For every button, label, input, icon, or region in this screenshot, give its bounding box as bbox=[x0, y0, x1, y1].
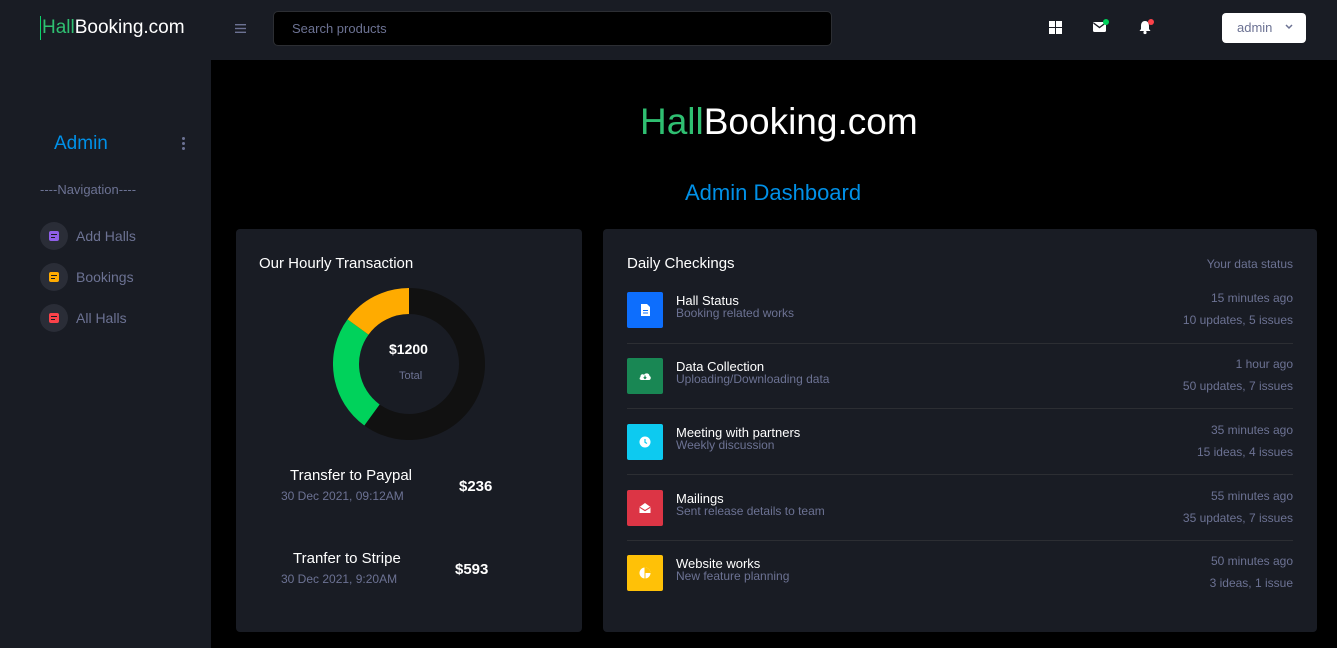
clock-icon bbox=[627, 424, 663, 460]
daily-checkings-card: Daily Checkings Your data status Hall St… bbox=[603, 229, 1317, 632]
item-count: 50 updates, 7 issues bbox=[1182, 379, 1293, 393]
brand-logo[interactable]: HallBooking.com bbox=[40, 16, 185, 40]
divider bbox=[627, 343, 1293, 344]
divider bbox=[627, 540, 1293, 541]
document-icon bbox=[40, 263, 68, 291]
item-count: 3 ideas, 1 issue bbox=[1209, 576, 1293, 590]
mail-indicator-dot bbox=[1103, 19, 1109, 25]
search-input[interactable] bbox=[273, 11, 832, 46]
transaction-donut-chart bbox=[333, 288, 485, 440]
donut-total-label: Total bbox=[399, 370, 423, 382]
transaction-amount: $593 bbox=[455, 561, 489, 578]
pie-chart-icon bbox=[627, 555, 663, 591]
donut-total-value: $1200 bbox=[389, 341, 428, 357]
user-dropdown-label: admin bbox=[1237, 20, 1273, 35]
item-time: 55 minutes ago bbox=[1210, 489, 1293, 503]
item-count: 10 updates, 5 issues bbox=[1182, 313, 1293, 327]
list-item[interactable]: Mailings Sent release details to team 55… bbox=[627, 489, 1293, 556]
notification-indicator-dot bbox=[1148, 19, 1154, 25]
document-icon bbox=[40, 304, 68, 332]
item-time: 50 minutes ago bbox=[1210, 554, 1293, 568]
sidebar-item-add-halls[interactable]: Add Halls bbox=[40, 222, 200, 250]
navigation-heading: ----Navigation---- bbox=[40, 182, 137, 197]
mail-open-icon bbox=[627, 490, 663, 526]
card-title: Our Hourly Transaction bbox=[259, 255, 414, 272]
list-item[interactable]: Data Collection Uploading/Downloading da… bbox=[627, 357, 1293, 424]
donut-slice-1 bbox=[364, 288, 485, 440]
item-subtitle: New feature planning bbox=[676, 569, 790, 583]
page-brand-rest-text: Booking.com bbox=[703, 101, 918, 142]
sidebar-profile-name[interactable]: Admin bbox=[54, 133, 108, 155]
item-subtitle: Sent release details to team bbox=[676, 504, 825, 518]
item-subtitle: Weekly discussion bbox=[676, 438, 775, 452]
item-time: 1 hour ago bbox=[1235, 357, 1293, 371]
hourly-transaction-card: Our Hourly Transaction $1200 Total Trans… bbox=[236, 229, 582, 632]
divider bbox=[627, 474, 1293, 475]
sidebar-item-bookings[interactable]: Bookings bbox=[40, 263, 200, 291]
item-count: 35 updates, 7 issues bbox=[1182, 511, 1293, 525]
sidebar-item-label: Bookings bbox=[76, 269, 134, 285]
item-subtitle: Uploading/Downloading data bbox=[676, 372, 830, 386]
list-item[interactable]: Meeting with partners Weekly discussion … bbox=[627, 423, 1293, 490]
card-title: Daily Checkings bbox=[627, 255, 735, 272]
sidebar-item-all-halls[interactable]: All Halls bbox=[40, 304, 200, 332]
file-icon bbox=[627, 292, 663, 328]
more-options-icon[interactable] bbox=[182, 137, 186, 151]
transaction-title: Transfer to Paypal bbox=[290, 467, 412, 484]
cloud-download-icon bbox=[627, 358, 663, 394]
donut-slice-2 bbox=[333, 319, 381, 426]
page-title: Admin Dashboard bbox=[685, 180, 862, 205]
list-item[interactable]: Website works New feature planning 50 mi… bbox=[627, 554, 1293, 621]
brand-rest-text: Booking.com bbox=[74, 17, 185, 38]
menu-icon[interactable] bbox=[235, 18, 247, 38]
list-item[interactable]: Hall Status Booking related works 15 min… bbox=[627, 291, 1293, 358]
top-navbar: HallBooking.com admin bbox=[0, 0, 1337, 60]
user-dropdown-button[interactable]: admin bbox=[1222, 13, 1306, 43]
item-time: 15 minutes ago bbox=[1210, 291, 1293, 305]
data-status-label: Your data status bbox=[1206, 257, 1293, 271]
page-brand-hall-text: Hall bbox=[640, 101, 704, 142]
bell-icon[interactable] bbox=[1137, 19, 1154, 35]
transaction-title: Tranfer to Stripe bbox=[293, 550, 401, 567]
transaction-amount: $236 bbox=[459, 478, 493, 495]
sidebar: Admin ----Navigation---- Add Halls Booki… bbox=[0, 60, 211, 648]
item-subtitle: Booking related works bbox=[676, 306, 795, 320]
brand-hall-text: Hall bbox=[42, 17, 75, 38]
item-time: 35 minutes ago bbox=[1210, 423, 1293, 437]
mail-icon[interactable] bbox=[1092, 19, 1109, 35]
transaction-date: 30 Dec 2021, 9:20AM bbox=[281, 572, 398, 586]
chevron-down-icon bbox=[1285, 24, 1293, 30]
donut-slice-3 bbox=[347, 288, 410, 336]
transaction-date: 30 Dec 2021, 09:12AM bbox=[281, 489, 404, 503]
sidebar-item-label: Add Halls bbox=[76, 228, 136, 244]
page-brand-logo: HallBooking.com bbox=[640, 100, 918, 144]
item-count: 15 ideas, 4 issues bbox=[1196, 445, 1293, 459]
apps-icon[interactable] bbox=[1047, 19, 1063, 35]
document-icon bbox=[40, 222, 68, 250]
divider bbox=[627, 408, 1293, 409]
sidebar-item-label: All Halls bbox=[76, 310, 127, 326]
